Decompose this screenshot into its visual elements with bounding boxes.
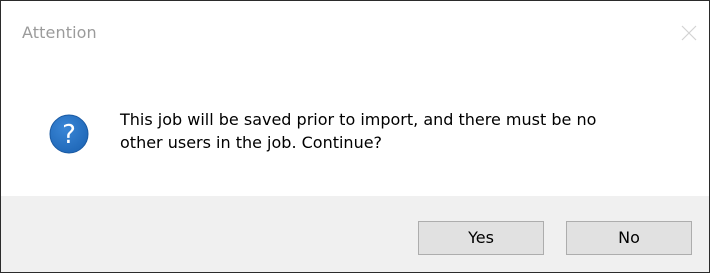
question-icon: ? [49, 114, 89, 154]
dialog-message: This job will be saved prior to import, … [120, 110, 597, 152]
button-bar: Yes No [1, 196, 709, 272]
no-button[interactable]: No [566, 221, 692, 255]
attention-dialog: Attention ? This job will be saved prior [0, 0, 710, 273]
close-icon [681, 25, 697, 41]
svg-text:?: ? [62, 120, 76, 150]
dialog-title: Attention [22, 23, 97, 42]
yes-button[interactable]: Yes [418, 221, 544, 255]
title-bar: Attention [1, 1, 709, 65]
dialog-content: ? This job will be saved prior to import… [1, 65, 709, 197]
close-button[interactable] [675, 19, 703, 47]
